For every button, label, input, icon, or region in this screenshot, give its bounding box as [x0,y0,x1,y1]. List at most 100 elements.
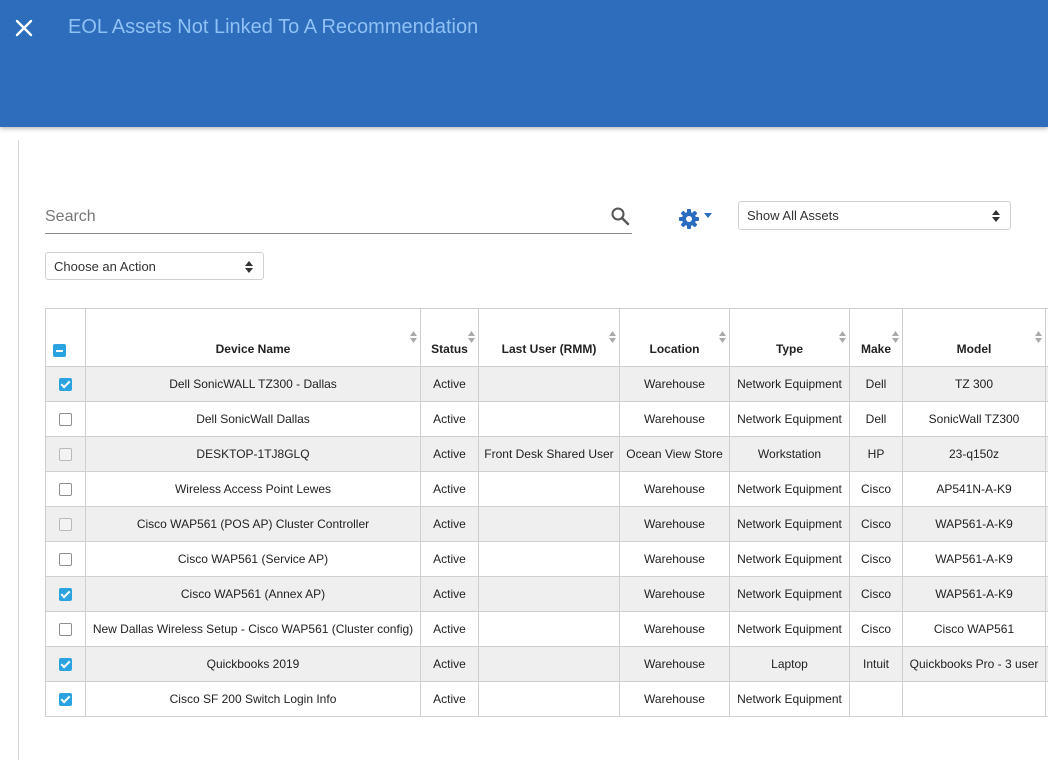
select-all-cell [46,309,86,367]
cell-model: WAP561-A-K9 [903,507,1046,542]
row-checkbox[interactable] [59,378,72,391]
action-select-value: Choose an Action [54,259,156,274]
cell-type: Network Equipment [730,402,850,437]
cell-type: Workstation [730,437,850,472]
cell-make: Cisco [850,612,903,647]
table-row[interactable]: Wireless Access Point LewesActiveWarehou… [46,472,1048,507]
updown-arrows-icon [245,261,253,273]
cell-device-name[interactable]: Cisco WAP561 (POS AP) Cluster Controller [86,507,421,542]
row-checkbox[interactable] [59,413,72,426]
cell-location: Warehouse [620,612,730,647]
sort-icon [410,331,417,343]
cell-last-user [479,612,620,647]
cell-type: Network Equipment [730,367,850,402]
column-header[interactable]: Type [730,309,850,367]
row-select-cell [46,402,86,437]
sort-icon [1035,331,1042,343]
row-checkbox[interactable] [59,483,72,496]
cell-device-name[interactable]: Cisco SF 200 Switch Login Info [86,682,421,717]
cell-status: Active [421,507,479,542]
column-header[interactable]: Make [850,309,903,367]
row-checkbox[interactable] [59,588,72,601]
row-select-cell [46,472,86,507]
cell-model: SonicWall TZ300 [903,402,1046,437]
cell-device-name[interactable]: Cisco WAP561 (Service AP) [86,542,421,577]
table-row[interactable]: Quickbooks 2019ActiveWarehouseLaptopIntu… [46,647,1048,682]
select-all-checkbox[interactable] [53,344,66,357]
row-select-cell [46,542,86,577]
gear-icon[interactable] [677,207,717,231]
cell-location: Warehouse [620,507,730,542]
cell-status: Active [421,437,479,472]
cell-status: Active [421,647,479,682]
cell-model: WAP561-A-K9 [903,577,1046,612]
cell-last-user [479,367,620,402]
column-header[interactable]: Device Name [86,309,421,367]
column-header[interactable]: Status [421,309,479,367]
assets-filter-select[interactable]: Show All Assets [738,201,1011,230]
table-row[interactable]: DESKTOP-1TJ8GLQActiveFront Desk Shared U… [46,437,1048,472]
table-row[interactable]: Cisco SF 200 Switch Login InfoActiveWare… [46,682,1048,717]
cell-status: Active [421,472,479,507]
cell-model: 23-q150z [903,437,1046,472]
cell-type: Network Equipment [730,682,850,717]
cell-device-name[interactable]: Cisco WAP561 (Annex AP) [86,577,421,612]
close-icon[interactable] [12,16,36,40]
cell-location: Warehouse [620,367,730,402]
row-checkbox[interactable] [59,623,72,636]
table-row[interactable]: Dell SonicWall DallasActive WarehouseNetw… [46,402,1048,437]
cell-model: Quickbooks Pro - 3 user [903,647,1046,682]
column-header[interactable]: Last User (RMM) [479,309,620,367]
cell-device-name[interactable]: Dell SonicWall Dallas [86,402,421,437]
search-icon[interactable] [610,206,630,226]
table-row[interactable]: Cisco WAP561 (POS AP) Cluster Controller… [46,507,1048,542]
search-bar [45,200,632,234]
sort-icon [892,331,899,343]
cell-model [903,682,1046,717]
row-checkbox[interactable] [59,693,72,706]
row-select-cell [46,507,86,542]
cell-status: Active [421,577,479,612]
cell-location: Warehouse [620,402,730,437]
cell-type: Network Equipment [730,612,850,647]
cell-make: HP [850,437,903,472]
table-row[interactable]: New Dallas Wireless Setup - Cisco WAP561… [46,612,1048,647]
search-input[interactable] [45,204,595,230]
table-row[interactable]: Cisco WAP561 (Service AP)ActiveWarehouse… [46,542,1048,577]
sort-icon [839,331,846,343]
cell-location: Warehouse [620,647,730,682]
cell-make: Dell [850,367,903,402]
row-select-cell [46,437,86,472]
sort-icon [719,331,726,343]
assets-filter-value: Show All Assets [747,208,839,223]
cell-location: Ocean View Store [620,437,730,472]
cell-location: Warehouse [620,682,730,717]
assets-table: Device Name Status Last User (RMM) Locat… [45,308,1048,717]
cell-device-name[interactable]: Dell SonicWALL TZ300 - Dallas [86,367,421,402]
cell-device-name[interactable]: New Dallas Wireless Setup - Cisco WAP561… [86,612,421,647]
row-select-cell [46,612,86,647]
cell-location: Warehouse [620,577,730,612]
cell-device-name[interactable]: Wireless Access Point Lewes [86,472,421,507]
column-header[interactable]: Location [620,309,730,367]
cell-type: Network Equipment [730,542,850,577]
table-row[interactable]: Cisco WAP561 (Annex AP)ActiveWarehouseNe… [46,577,1048,612]
caret-down-icon [704,213,712,218]
row-checkbox[interactable] [59,553,72,566]
cell-model: AP541N-A-K9 [903,472,1046,507]
cell-device-name[interactable]: DESKTOP-1TJ8GLQ [86,437,421,472]
column-header[interactable]: Model [903,309,1046,367]
page-title: EOL Assets Not Linked To A Recommendatio… [68,16,478,39]
cell-make [850,682,903,717]
cell-device-name[interactable]: Quickbooks 2019 [86,647,421,682]
action-select[interactable]: Choose an Action [45,252,264,280]
cell-last-user [479,542,620,577]
cell-make: Cisco [850,542,903,577]
row-checkbox[interactable] [59,448,72,461]
table-row[interactable]: Dell SonicWALL TZ300 - DallasActiveWareh… [46,367,1048,402]
cell-status: Active [421,402,479,437]
cell-type: Network Equipment [730,507,850,542]
row-checkbox[interactable] [59,518,72,531]
row-checkbox[interactable] [59,658,72,671]
cell-type: Laptop [730,647,850,682]
